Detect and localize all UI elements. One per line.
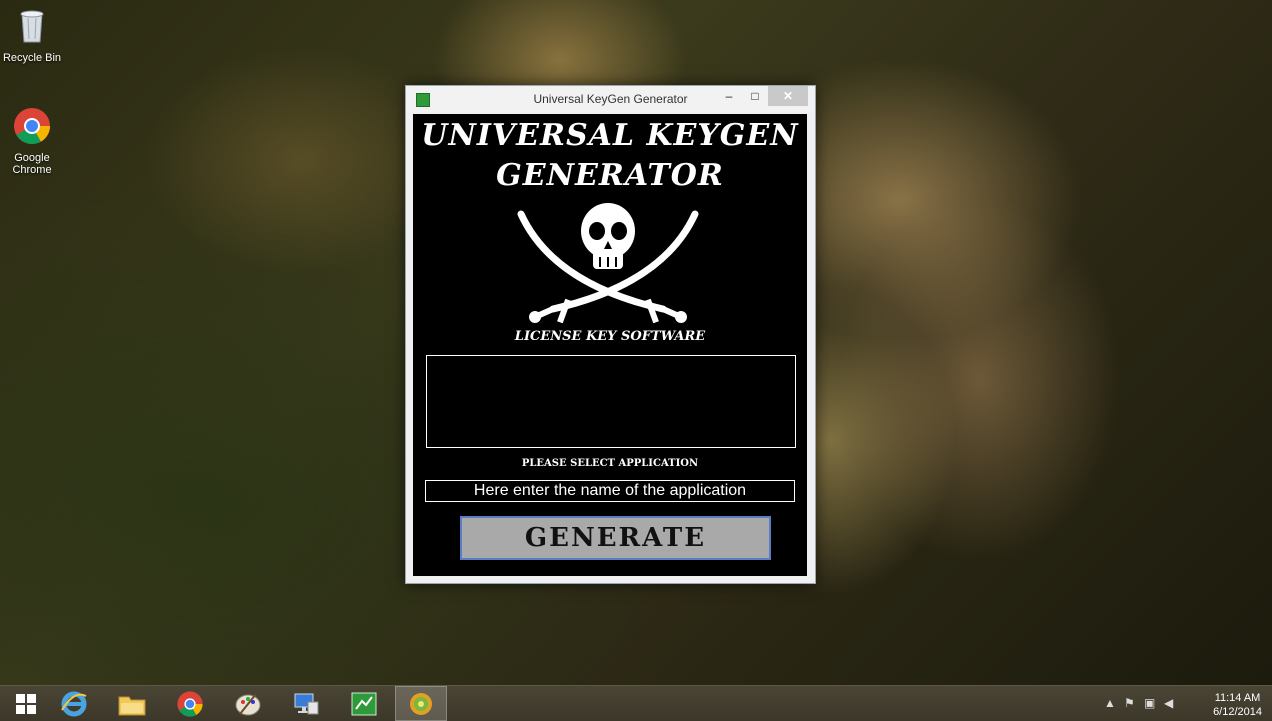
select-application-label: PLEASE SELECT APPLICATION [521, 458, 699, 469]
internet-explorer-icon [61, 691, 87, 716]
chrome-icon [177, 690, 203, 717]
close-button[interactable]: ✕ [768, 86, 808, 106]
folder-icon [118, 696, 146, 715]
taskbar-paint[interactable] [222, 686, 274, 721]
chrome-icon [14, 108, 51, 145]
generate-button[interactable]: GENERATE [460, 516, 771, 560]
tagline: LICENSE KEY SOFTWARE [514, 329, 706, 344]
remote-desktop-icon [294, 693, 319, 714]
taskbar-internet-explorer[interactable] [48, 686, 100, 721]
clock[interactable]: 11:14 AM 6/12/2014 [1213, 691, 1262, 719]
application-name-input[interactable] [425, 480, 795, 502]
network-icon[interactable]: ▣ [1144, 696, 1155, 710]
license-key-output[interactable] [426, 355, 796, 448]
taskbar-remote-desktop[interactable] [280, 686, 332, 721]
keygen-window: Universal KeyGen Generator – □ ✕ UNIVERS… [405, 85, 816, 584]
taskbar-keygen-app[interactable] [338, 686, 390, 721]
skull-crossed-swords-icon [517, 203, 699, 324]
headline-line-1: UNIVERSAL KEYGEN [421, 118, 799, 153]
windows-logo-icon [16, 693, 36, 714]
taskbar: ▲ ⚑ ▣ ◀ 11:14 AM 6/12/2014 [0, 685, 1272, 721]
desktop-icon-label: Google Chrome [12, 152, 52, 176]
start-button[interactable] [0, 686, 52, 721]
taskbar-file-explorer[interactable] [106, 686, 158, 721]
minimize-button[interactable]: – [716, 86, 742, 106]
desktop-icon-label: Recycle Bin [2, 52, 62, 64]
show-hidden-icons-icon[interactable]: ▲ [1104, 696, 1116, 710]
volume-icon[interactable]: ◀ [1164, 696, 1173, 710]
taskbar-media-app[interactable] [395, 686, 447, 721]
maximize-button[interactable]: □ [742, 86, 768, 106]
system-tray: ▲ ⚑ ▣ ◀ 11:14 AM 6/12/2014 [1102, 686, 1272, 721]
desktop-icon-recycle-bin[interactable]: Recycle Bin [0, 6, 64, 64]
recycle-bin-icon [20, 10, 44, 43]
clock-time: 11:14 AM [1214, 692, 1261, 704]
taskbar-chrome[interactable] [164, 686, 216, 721]
keygen-app-icon [351, 692, 377, 715]
clock-date: 6/12/2014 [1213, 706, 1262, 718]
title-bar[interactable]: Universal KeyGen Generator – □ ✕ [406, 86, 815, 112]
headline-line-2: GENERATOR [496, 158, 724, 193]
paint-palette-icon [235, 692, 261, 715]
media-app-icon [410, 692, 432, 715]
action-center-icon[interactable]: ⚑ [1124, 696, 1135, 710]
window-client-area: UNIVERSAL KEYGEN GENERATOR LICENSE KEY S… [413, 114, 807, 576]
desktop-icon-google-chrome[interactable]: Google Chrome [0, 106, 64, 176]
